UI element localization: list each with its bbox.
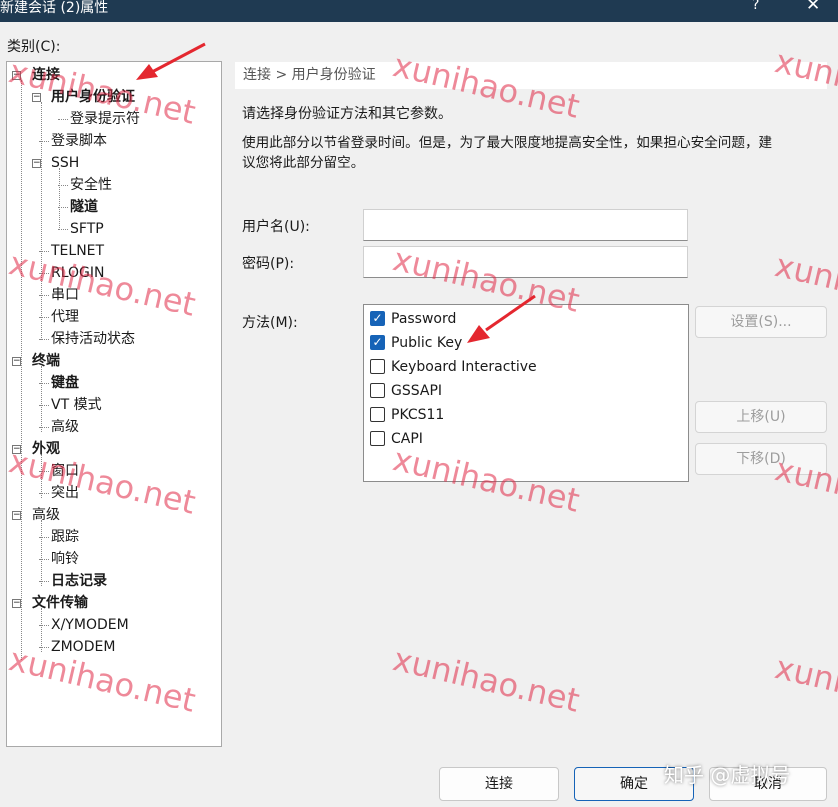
tree-item[interactable]: 窗口 (51, 461, 79, 481)
tree-guide-line (39, 295, 49, 296)
checkbox-unchecked-icon[interactable] (370, 359, 385, 374)
password-label: 密码(P): (242, 256, 295, 272)
tree-item[interactable]: 突出 (51, 483, 79, 503)
auth-method-list[interactable]: ✓ Password ✓ Public Key Keyboard Interactive… (363, 304, 689, 482)
tree-item[interactable]: 高级 (51, 417, 79, 437)
tree-guide-line (41, 608, 42, 652)
method-label: 方法(M): (242, 315, 298, 331)
checkbox-unchecked-icon[interactable] (370, 383, 385, 398)
auth-method-label: CAPI (391, 431, 423, 447)
collapse-icon[interactable]: − (12, 71, 21, 80)
tree-guide-line (21, 80, 22, 660)
tree-item[interactable]: 代理 (51, 307, 79, 327)
tree-guide-line (58, 207, 68, 208)
tree-item[interactable]: 跟踪 (51, 527, 79, 547)
breadcrumb: 连接 > 用户身份验证 (235, 62, 827, 89)
tree-guide-line (39, 339, 49, 340)
window-title: 新建会话 (2)属性 (0, 0, 109, 16)
tree-item[interactable]: 终端 (32, 351, 60, 371)
tree-item[interactable]: ZMODEM (51, 637, 115, 657)
tree-guide-line (39, 559, 49, 560)
tree-guide-line (39, 405, 49, 406)
tree-guide-line (41, 102, 42, 340)
tree-item[interactable]: 键盘 (51, 373, 79, 393)
tree-item[interactable]: TELNET (51, 241, 104, 261)
username-label: 用户名(U): (242, 219, 310, 235)
tree-item[interactable]: X/YMODEM (51, 615, 129, 635)
footer-watermark: 知乎 @虚拟号 (664, 763, 791, 787)
connect-button[interactable]: 连接 (439, 767, 559, 801)
collapse-icon[interactable]: − (12, 445, 21, 454)
tree-guide-line (39, 427, 49, 428)
title-bar: 新建会话 (2)属性 ? ✕ (0, 0, 838, 22)
tree-item[interactable]: 外观 (32, 439, 60, 459)
collapse-icon[interactable]: − (12, 511, 21, 520)
tree-item[interactable]: 连接 (32, 65, 60, 85)
tree-guide-line (58, 119, 68, 120)
tree-guide-line (41, 454, 42, 498)
auth-method-label: Password (391, 311, 457, 327)
collapse-icon[interactable]: − (32, 93, 41, 102)
tree-item[interactable]: 隧道 (70, 197, 98, 217)
checkbox-unchecked-icon[interactable] (370, 407, 385, 422)
checkbox-unchecked-icon[interactable] (370, 431, 385, 446)
tree-guide-line (39, 493, 49, 494)
tree-guide-line (39, 625, 49, 626)
category-label: 类别(C): (7, 39, 61, 55)
tree-item[interactable]: RLOGIN (51, 263, 105, 283)
tree-guide-line (39, 537, 49, 538)
tree-guide-line (39, 647, 49, 648)
description-text: 议您将此部分留空。 (242, 155, 365, 171)
tree-guide-line (41, 520, 42, 586)
tree-item[interactable]: SFTP (70, 219, 104, 239)
tree-item[interactable]: 登录脚本 (51, 131, 107, 151)
description-text: 请选择身份验证方法和其它参数。 (242, 106, 452, 122)
tree-guide-line (41, 366, 42, 432)
tree-item[interactable]: 登录提示符 (70, 109, 140, 129)
password-field[interactable] (363, 246, 688, 278)
tree-item[interactable]: 日志记录 (51, 571, 107, 591)
tree-item[interactable]: 安全性 (70, 175, 112, 195)
watermark-text: xunihao.net (771, 648, 838, 728)
collapse-icon[interactable]: − (32, 159, 41, 168)
auth-method-label: PKCS11 (391, 407, 445, 423)
tree-item[interactable]: 文件传输 (32, 593, 88, 613)
auth-method-label: GSSAPI (391, 383, 443, 399)
move-down-button[interactable]: 下移(D) (695, 443, 827, 475)
tree-item[interactable]: 串口 (51, 285, 79, 305)
tree-guide-line (39, 317, 49, 318)
collapse-icon[interactable]: − (12, 357, 21, 366)
close-button[interactable]: ✕ (806, 0, 820, 15)
tree-guide-line (39, 383, 49, 384)
username-field[interactable] (363, 209, 688, 241)
description-text: 使用此部分以节省登录时间。但是，为了最大限度地提高安全性，如果担心安全问题，建 (242, 135, 773, 151)
tree-item[interactable]: 高级 (32, 505, 60, 525)
auth-method-label: Public Key (391, 335, 463, 351)
move-up-button[interactable]: 上移(U) (695, 401, 827, 433)
checkbox-checked-icon[interactable]: ✓ (370, 335, 385, 350)
tree-guide-line (39, 273, 49, 274)
tree-item[interactable]: SSH (51, 153, 79, 173)
checkbox-checked-icon[interactable]: ✓ (370, 311, 385, 326)
help-button[interactable]: ? (752, 0, 759, 13)
tree-guide-line (58, 229, 68, 230)
tree-guide-line (39, 141, 49, 142)
tree-item[interactable]: 响铃 (51, 549, 79, 569)
tree-item[interactable]: 用户身份验证 (51, 87, 135, 107)
collapse-icon[interactable]: − (12, 599, 21, 608)
category-tree[interactable]: 连接 − 用户身份验证 − 登录提示符 登录脚本 SSH − 安全性 隧道 SFTP TELNET RL… (6, 61, 222, 747)
tree-guide-line (39, 581, 49, 582)
settings-button[interactable]: 设置(S)... (695, 306, 827, 338)
auth-method-label: Keyboard Interactive (391, 359, 537, 375)
tree-guide-line (39, 471, 49, 472)
tree-guide-line (39, 251, 49, 252)
tree-item[interactable]: VT 模式 (51, 395, 102, 415)
tree-item[interactable]: 保持活动状态 (51, 329, 135, 349)
tree-guide-line (58, 185, 68, 186)
watermark-text: xunihao.net (389, 640, 584, 720)
tree-guide-line (59, 168, 60, 228)
